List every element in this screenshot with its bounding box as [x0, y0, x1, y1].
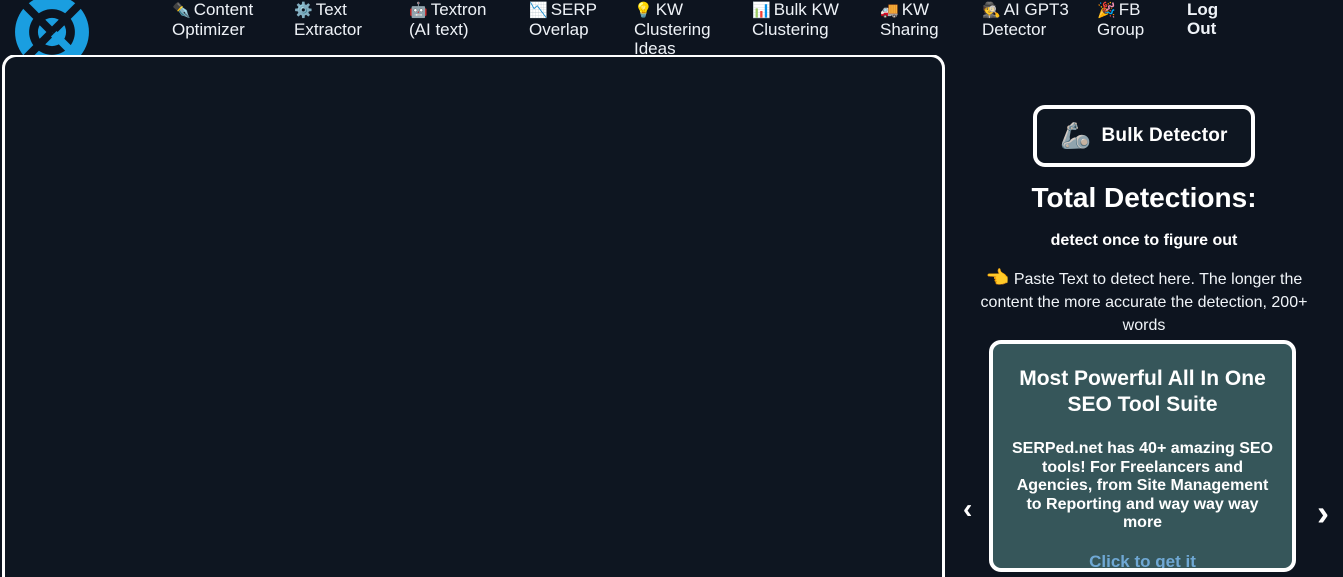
promo-cta-link[interactable]: Click to get it — [1009, 552, 1276, 572]
nav-item-serp-overlap[interactable]: 📉SERP Overlap — [529, 0, 604, 39]
pen-icon: ✒️ — [172, 2, 191, 19]
bulk-detector-button[interactable]: 🦾 Bulk Detector — [1033, 105, 1255, 167]
bar-chart-icon: 📊 — [752, 2, 771, 19]
carousel-prev-icon[interactable]: ‹ — [963, 495, 972, 523]
party-icon: 🎉 — [1097, 2, 1116, 19]
paste-instruction-text: Paste Text to detect here. The longer th… — [981, 271, 1308, 334]
promo-title: Most Powerful All In One SEO Tool Suite — [1009, 366, 1276, 418]
bulk-detector-label: Bulk Detector — [1102, 125, 1228, 147]
nav-item-content-optimizer[interactable]: ✒️Content Optimizer — [172, 0, 277, 39]
carousel-next-icon[interactable]: › — [1317, 495, 1329, 531]
promo-card[interactable]: Most Powerful All In One SEO Tool Suite … — [989, 340, 1296, 572]
lightbulb-icon: 💡 — [634, 2, 653, 19]
nav-item-ai-gpt3-detector[interactable]: 🕵️AI GPT3 Detector — [982, 0, 1072, 39]
detective-icon: 🕵️ — [982, 2, 1001, 19]
right-sidebar: 🦾 Bulk Detector Total Detections: detect… — [945, 55, 1343, 577]
truck-icon: 🚚 — [880, 2, 899, 19]
promo-body: SERPed.net has 40+ amazing SEO tools! Fo… — [1009, 440, 1276, 533]
nav-item-kw-clustering-ideas[interactable]: 💡KW Clustering Ideas — [634, 0, 722, 58]
nav-item-textron[interactable]: 🤖Textron (AI text) — [409, 0, 499, 39]
pointing-hand-icon: 👈 — [986, 268, 1010, 289]
nav-item-kw-sharing[interactable]: 🚚KW Sharing — [880, 0, 952, 39]
total-detections-heading: Total Detections: — [945, 182, 1343, 214]
nav-item-bulk-kw-clustering[interactable]: 📊Bulk KW Clustering — [752, 0, 850, 39]
nav-item-fb-group[interactable]: 🎉FB Group — [1097, 0, 1159, 39]
chart-down-icon: 📉 — [529, 2, 548, 19]
paste-instruction: 👈 Paste Text to detect here. The longer … — [965, 267, 1323, 337]
nav-item-text-extractor[interactable]: ⚙️Text Extractor — [294, 0, 379, 39]
navbar-items: ✒️Content Optimizer ⚙️Text Extractor 🤖Te… — [100, 0, 1343, 58]
detect-hint-text: detect once to figure out — [945, 232, 1343, 250]
main-content-panel[interactable] — [2, 54, 945, 577]
nav-item-log-out[interactable]: Log Out — [1187, 0, 1247, 38]
mechanical-arm-icon: 🦾 — [1060, 124, 1091, 149]
top-navbar: ✒️Content Optimizer ⚙️Text Extractor 🤖Te… — [0, 0, 1343, 55]
serped-logo[interactable] — [0, 0, 100, 55]
promo-carousel: ‹ Most Powerful All In One SEO Tool Suit… — [945, 340, 1343, 577]
robot-icon: 🤖 — [409, 2, 428, 19]
gear-icon: ⚙️ — [294, 2, 313, 19]
